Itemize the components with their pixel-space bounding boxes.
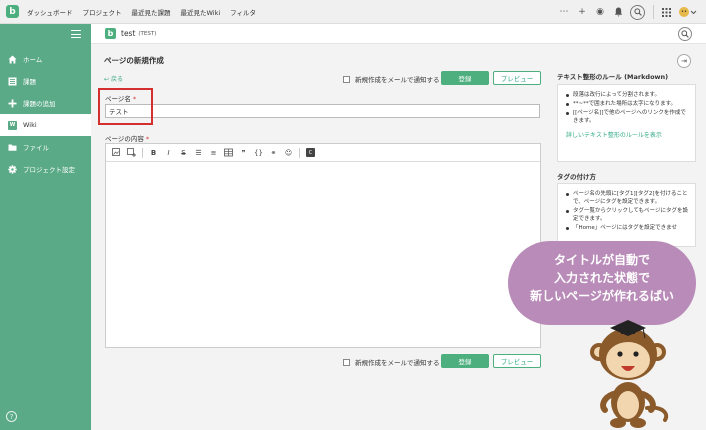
notify-checkbox-bottom[interactable]: 新規作成をメールで通知する — [343, 357, 440, 367]
sidebar-item-add-issue[interactable]: 課題の追加 — [0, 92, 91, 114]
sidebar-item-project-settings[interactable]: プロジェクト設定 — [0, 158, 91, 180]
speech-bubble-text: タイトルが自動で 入力された状態で 新しいページが作れるばい — [508, 251, 696, 305]
eye-icon[interactable]: ◉ — [594, 6, 606, 18]
page-title: ページの新規作成 — [104, 56, 164, 65]
markdown-rules-list: 段落は改行によって分割されます。 **~**で囲まれた場所は太字になります。 [… — [558, 85, 695, 125]
page-name-input[interactable]: テスト — [105, 104, 540, 118]
save-button-bottom[interactable]: 登録 — [441, 354, 489, 368]
home-icon — [8, 55, 17, 64]
image-insert-icon[interactable] — [112, 148, 121, 157]
quote-icon[interactable]: ❞ — [239, 148, 248, 157]
list-item: **~**で囲まれた場所は太字になります。 — [566, 100, 689, 108]
markdown-rules-box: 段落は改行によって分割されます。 **~**で囲まれた場所は太字になります。 [… — [557, 84, 696, 162]
sidebar-item-wiki[interactable]: W Wiki — [0, 114, 91, 136]
bullet-list-icon[interactable]: ☰ — [194, 148, 203, 157]
tags-title: タグの付け方 — [557, 173, 596, 181]
color-icon[interactable]: C — [306, 148, 315, 157]
link-icon[interactable]: ⚭ — [269, 148, 278, 157]
notify-label: 新規作成をメールで通知する — [355, 359, 440, 367]
project-header: b test (TEST) — [91, 24, 706, 44]
sidebar-item-label: 課題の追加 — [23, 100, 56, 108]
save-button-top[interactable]: 登録 — [441, 71, 489, 85]
back-arrow-icon: ↩ — [104, 76, 110, 83]
backlog-logo[interactable]: b — [6, 5, 19, 18]
tags-box: ページ名の先頭に[タグ1][タグ2]を付けることで、ページにタグを設定できます。… — [557, 183, 696, 247]
topbar-divider — [653, 5, 654, 19]
code-icon[interactable]: {} — [254, 148, 263, 157]
tags-list: ページ名の先頭に[タグ1][タグ2]を付けることで、ページにタグを設定できます。… — [558, 184, 695, 232]
project-name[interactable]: test — [121, 29, 135, 38]
preview-button-bottom[interactable]: プレビュー — [493, 354, 541, 368]
bubble-line: タイトルが自動で — [553, 253, 650, 267]
attach-image-icon[interactable] — [127, 148, 136, 157]
sidebar-toggle-icon[interactable] — [71, 30, 81, 38]
back-link[interactable]: ↩ 戻る — [104, 74, 123, 83]
bold-icon[interactable]: B — [149, 148, 158, 157]
back-label: 戻る — [110, 76, 123, 83]
checkbox[interactable] — [343, 75, 350, 83]
nav-filter[interactable]: フィルタ — [230, 7, 256, 17]
sidebar-item-label: ホーム — [23, 56, 43, 64]
nav-projects[interactable]: プロジェクト — [83, 7, 122, 17]
strikethrough-icon[interactable]: S — [179, 148, 188, 157]
top-bar: b ダッシュボード プロジェクト 最近見た課題 最近見たWiki フィルタ ⋯ … — [0, 0, 706, 24]
search-icon[interactable] — [630, 4, 645, 20]
editor-toolbar: B I S ☰ ≡ ❞ {} ⚭ ☺ C — [106, 144, 540, 162]
sidebar-item-label: ファイル — [23, 144, 49, 152]
nav-dashboard[interactable]: ダッシュボード — [27, 7, 73, 17]
add-icon[interactable]: + — [576, 6, 588, 18]
plus-icon — [8, 99, 17, 108]
required-mark: * — [145, 135, 150, 143]
toolbar-divider — [142, 147, 143, 158]
help-icon[interactable]: ? — [6, 411, 17, 422]
apps-grid-icon[interactable] — [660, 6, 672, 18]
project-icon[interactable]: b — [105, 28, 116, 39]
notify-label: 新規作成をメールで通知する — [355, 76, 440, 84]
list-item: 段落は改行によって分割されます。 — [566, 91, 689, 99]
markdown-rules-title: テキスト整形のルール (Markdown) — [557, 73, 669, 81]
emoji-icon[interactable]: ☺ — [284, 148, 293, 157]
project-key: (TEST) — [138, 30, 157, 37]
gear-icon — [8, 164, 17, 174]
sidebar-item-label: Wiki — [23, 121, 37, 129]
list-item: [[ページ名]]で他のページへのリンクを作成できます。 — [566, 109, 689, 125]
table-icon[interactable] — [224, 148, 233, 157]
sidebar-item-files[interactable]: ファイル — [0, 136, 91, 158]
sidebar-item-issues[interactable]: 課題 — [0, 70, 91, 92]
markdown-rules-link[interactable]: 詳しいテキスト整形のルールを表示 — [558, 130, 695, 139]
more-icon[interactable]: ⋯ — [558, 6, 570, 18]
monkey-mascot-icon — [590, 320, 669, 428]
nav-recent-issues[interactable]: 最近見た課題 — [132, 7, 171, 17]
bell-icon[interactable] — [612, 6, 624, 18]
list-item: ページ名の先頭に[タグ1][タグ2]を付けることで、ページにタグを設定できます。 — [566, 190, 689, 206]
content-editor[interactable]: B I S ☰ ≡ ❞ {} ⚭ ☺ C — [105, 143, 541, 348]
list-item: タグ一覧からクリックしてもページにタグを設定できます。 — [566, 207, 689, 223]
top-icons: ⋯ + ◉ — [552, 0, 698, 24]
sidebar-item-home[interactable]: ホーム — [0, 48, 91, 70]
content-label: ページの内容 * — [105, 133, 149, 143]
list-item: 「Home」ページにはタグを設定できませ — [566, 224, 689, 232]
avatar[interactable] — [678, 6, 698, 18]
project-search-icon[interactable] — [678, 27, 692, 41]
preview-button-top[interactable]: プレビュー — [493, 71, 541, 85]
bubble-line: 入力された状態で — [553, 271, 650, 285]
bubble-line: 新しいページが作れるばい — [530, 289, 674, 303]
notify-checkbox-top[interactable]: 新規作成をメールで通知する — [343, 74, 440, 84]
sidebar-item-label: 課題 — [23, 78, 36, 86]
checkbox[interactable] — [343, 358, 350, 366]
collapse-panel-icon[interactable]: ⇥ — [677, 54, 691, 68]
content-label-text: ページの内容 — [105, 135, 144, 143]
sidebar-item-label: プロジェクト設定 — [23, 166, 75, 174]
toolbar-divider — [299, 147, 300, 158]
nav-recent-wiki[interactable]: 最近見たWiki — [181, 7, 221, 17]
numbered-list-icon[interactable]: ≡ — [209, 148, 218, 157]
sidebar: ホーム 課題 課題の追加 W Wiki ファイル プロジェクト設定 ? — [0, 24, 91, 430]
wiki-icon: W — [8, 120, 17, 130]
italic-icon[interactable]: I — [164, 148, 173, 157]
highlight-box — [98, 88, 153, 125]
top-nav: ダッシュボード プロジェクト 最近見た課題 最近見たWiki フィルタ — [27, 7, 266, 17]
list-icon — [8, 77, 17, 86]
folder-icon — [8, 143, 17, 152]
